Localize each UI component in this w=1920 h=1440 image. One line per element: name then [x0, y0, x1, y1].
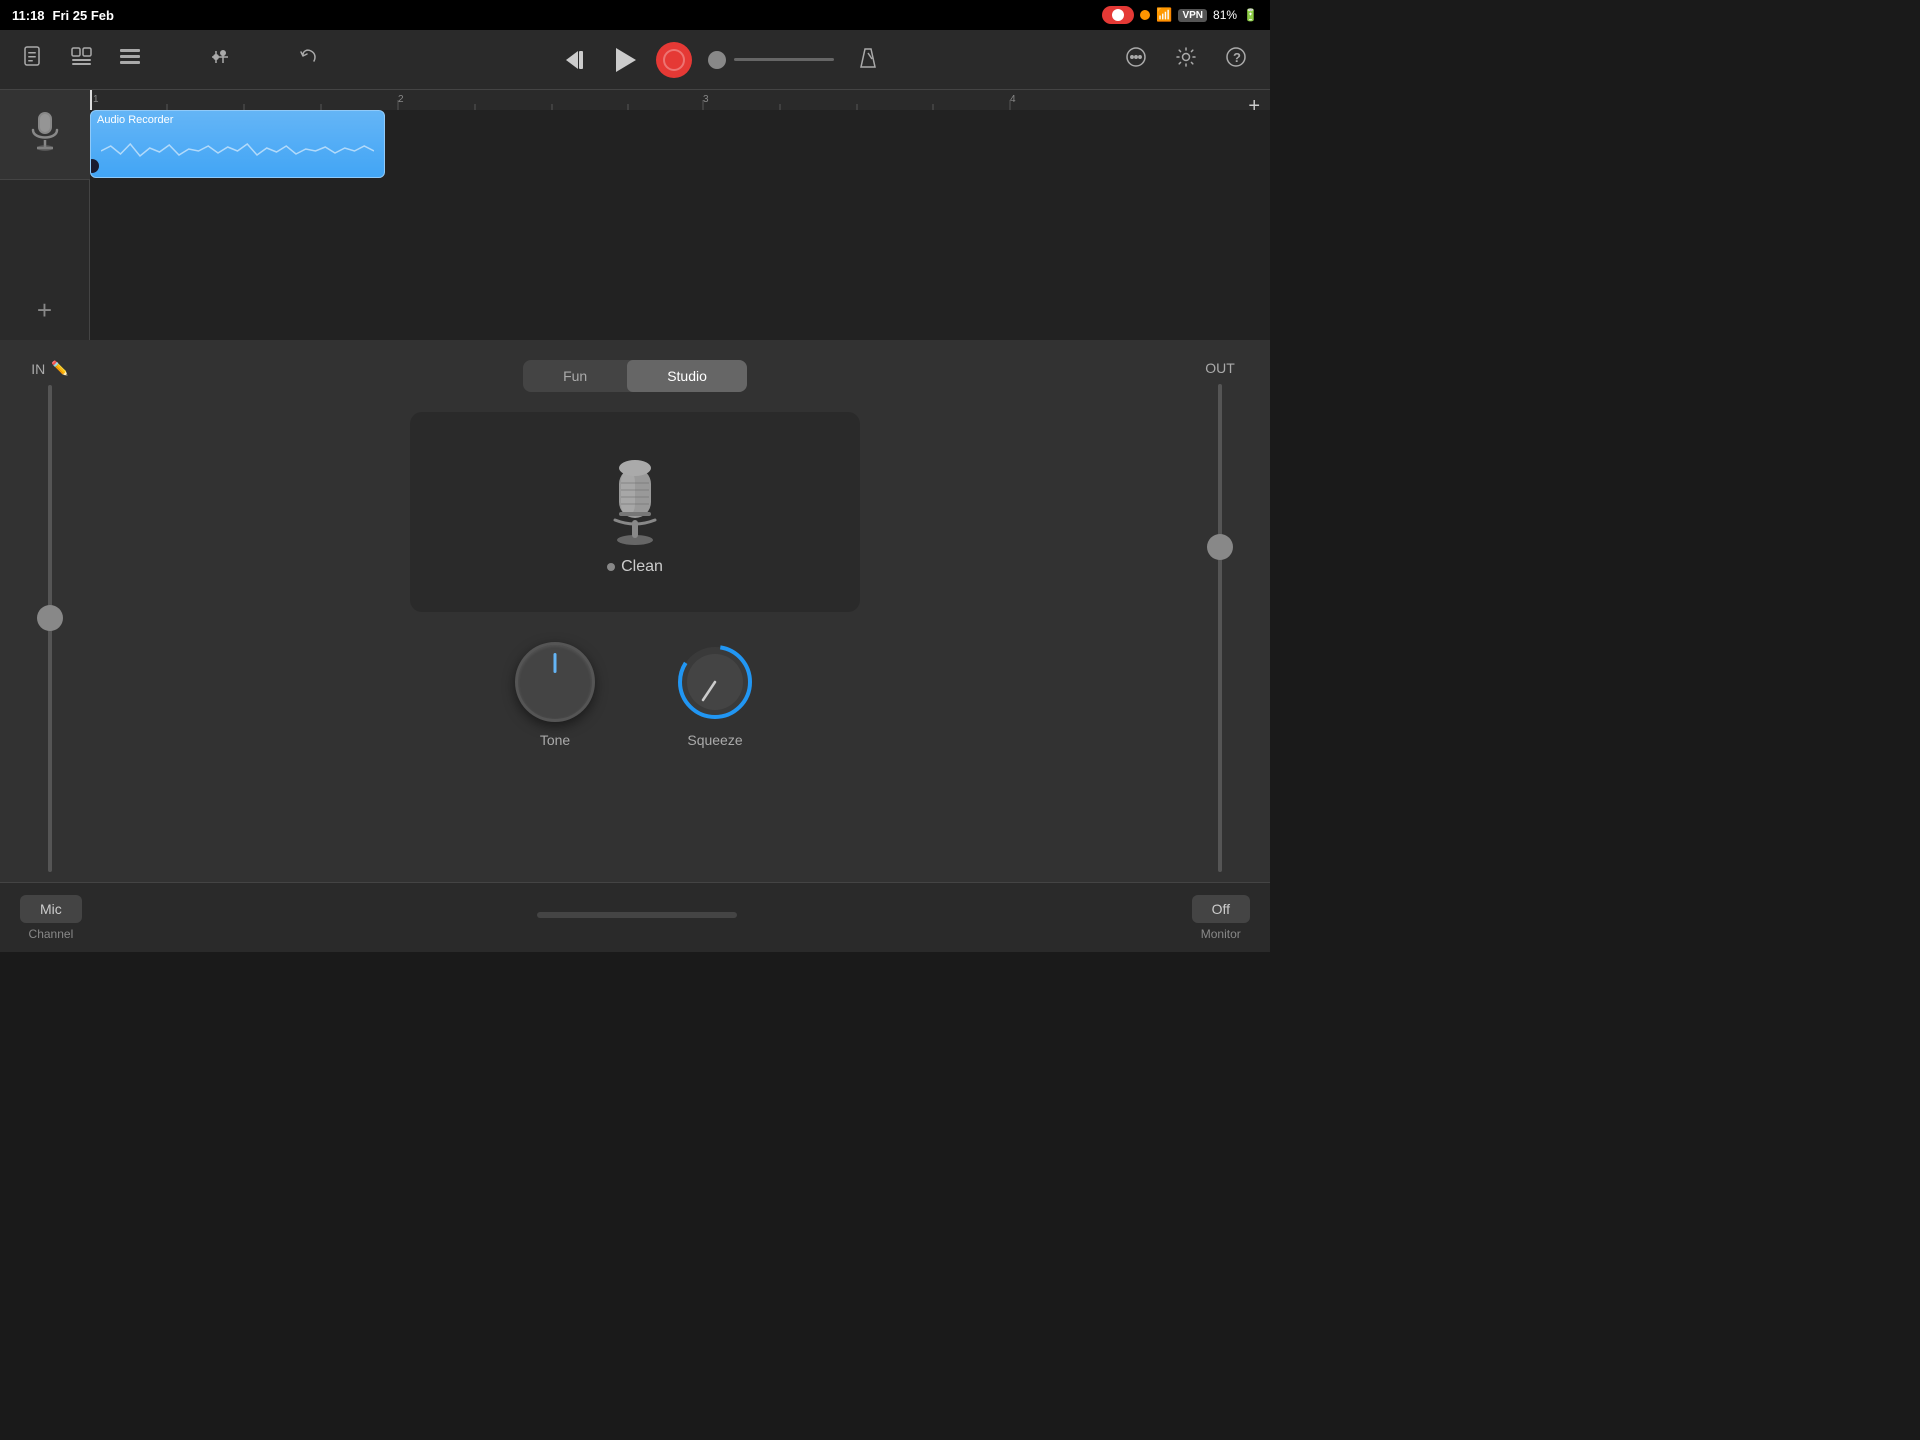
mode-tabs: Fun Studio	[523, 360, 747, 392]
playhead-line	[90, 90, 92, 110]
vpn-badge: VPN	[1178, 9, 1207, 22]
status-date: Fri 25 Feb	[53, 8, 114, 23]
file-button[interactable]	[16, 42, 52, 78]
squeeze-knob-svg[interactable]	[675, 642, 755, 722]
wifi-icon: 📶	[1156, 7, 1172, 23]
tracks-icon	[71, 47, 93, 72]
out-slider[interactable]	[1218, 384, 1222, 872]
toolbar-left	[16, 42, 328, 78]
mic-preset-label: Clean	[607, 558, 663, 576]
channel-label: Channel	[29, 927, 74, 941]
out-slider-thumb[interactable]	[1207, 534, 1233, 560]
help-button[interactable]: ?	[1218, 42, 1254, 78]
out-slider-area: OUT	[1170, 340, 1270, 882]
tone-knob[interactable]	[515, 642, 595, 722]
microphone-svg	[595, 448, 675, 548]
knobs-area: Tone Squeeze	[515, 642, 755, 748]
in-slider-thumb[interactable]	[37, 605, 63, 631]
gear-icon	[1175, 46, 1197, 73]
rewind-button[interactable]	[560, 42, 596, 78]
squeeze-label: Squeeze	[687, 732, 742, 748]
track-sidebar: +	[0, 90, 90, 340]
tone-knob-container: Tone	[515, 642, 595, 748]
toolbar-center	[328, 40, 1118, 80]
list-icon	[119, 48, 141, 71]
center-area: Fun Studio	[100, 340, 1170, 882]
squeeze-knob-container: Squeeze	[675, 642, 755, 748]
timeline-add-button[interactable]: +	[1248, 95, 1260, 118]
audio-clip[interactable]: Audio Recorder	[90, 110, 385, 178]
record-dot	[1112, 9, 1124, 21]
add-icon: +	[37, 295, 52, 326]
volume-control	[708, 51, 834, 69]
track-timeline: 1 2 3 4	[90, 90, 1270, 340]
in-slider-area: IN ✏️	[0, 340, 100, 882]
fun-tab[interactable]: Fun	[523, 360, 627, 392]
out-label: OUT	[1205, 360, 1235, 376]
undo-button[interactable]	[292, 42, 328, 78]
mixer-icon	[209, 47, 231, 72]
record-dot	[663, 49, 685, 71]
track-mic-icon	[27, 110, 63, 160]
monitor-label: Monitor	[1201, 927, 1241, 941]
transport-controls	[560, 40, 692, 80]
toolbar-right: ?	[1118, 42, 1254, 78]
toolbar: ?	[0, 30, 1270, 90]
clip-title: Audio Recorder	[91, 111, 384, 129]
monitor-button[interactable]: Off	[1192, 895, 1250, 923]
track-instrument[interactable]	[0, 90, 90, 180]
play-button[interactable]	[606, 40, 646, 80]
horizontal-scrollbar[interactable]	[537, 912, 737, 918]
in-label: IN ✏️	[31, 360, 68, 377]
status-bar: 11:18 Fri 25 Feb 📶 VPN 81% 🔋	[0, 0, 1270, 30]
battery-percent: 81%	[1213, 8, 1237, 22]
track-area: + 1 2 3 4	[0, 90, 1270, 340]
add-track-button[interactable]: +	[0, 290, 90, 340]
tracks-view-button[interactable]	[64, 42, 100, 78]
volume-track	[734, 58, 834, 61]
studio-tab[interactable]: Studio	[627, 360, 747, 392]
tone-label: Tone	[540, 732, 570, 748]
mic-active-dot	[1140, 10, 1150, 20]
mic-dot	[607, 563, 615, 571]
svg-text:?: ?	[1233, 50, 1241, 65]
undo-icon	[299, 47, 321, 72]
panel-inner: IN ✏️ Fun Studio	[0, 340, 1270, 882]
scrollbar-area	[537, 912, 737, 924]
chat-icon	[1125, 47, 1147, 72]
clip-waveform	[91, 131, 384, 171]
in-slider[interactable]	[48, 385, 52, 872]
settings-button[interactable]	[1168, 42, 1204, 78]
help-icon: ?	[1225, 46, 1247, 73]
clip-playhead	[90, 159, 99, 173]
volume-icon	[708, 51, 726, 69]
file-icon	[23, 45, 45, 75]
chat-button[interactable]	[1118, 42, 1154, 78]
metronome-icon	[857, 45, 879, 74]
monitor-control: Off Monitor	[1192, 895, 1250, 941]
add-icon: +	[1248, 95, 1260, 117]
ruler-ticks-svg	[90, 90, 1270, 110]
tone-indicator	[554, 653, 557, 673]
status-time: 11:18	[12, 8, 45, 23]
timeline-ruler: 1 2 3 4	[90, 90, 1270, 110]
mic-display[interactable]: Clean	[410, 412, 860, 612]
instrument-panel: IN ✏️ Fun Studio	[0, 340, 1270, 952]
screen-record-indicator	[1102, 6, 1134, 24]
record-button[interactable]	[656, 42, 692, 78]
edit-icon: ✏️	[51, 360, 68, 377]
list-view-button[interactable]	[112, 42, 148, 78]
mic-channel-button[interactable]: Mic	[20, 895, 82, 923]
metronome-button[interactable]	[850, 42, 886, 78]
channel-control: Mic Channel	[20, 895, 82, 941]
mixer-button[interactable]	[202, 42, 238, 78]
bottom-bar: Mic Channel Off Monitor	[0, 882, 1270, 952]
battery-icon: 🔋	[1243, 8, 1258, 22]
